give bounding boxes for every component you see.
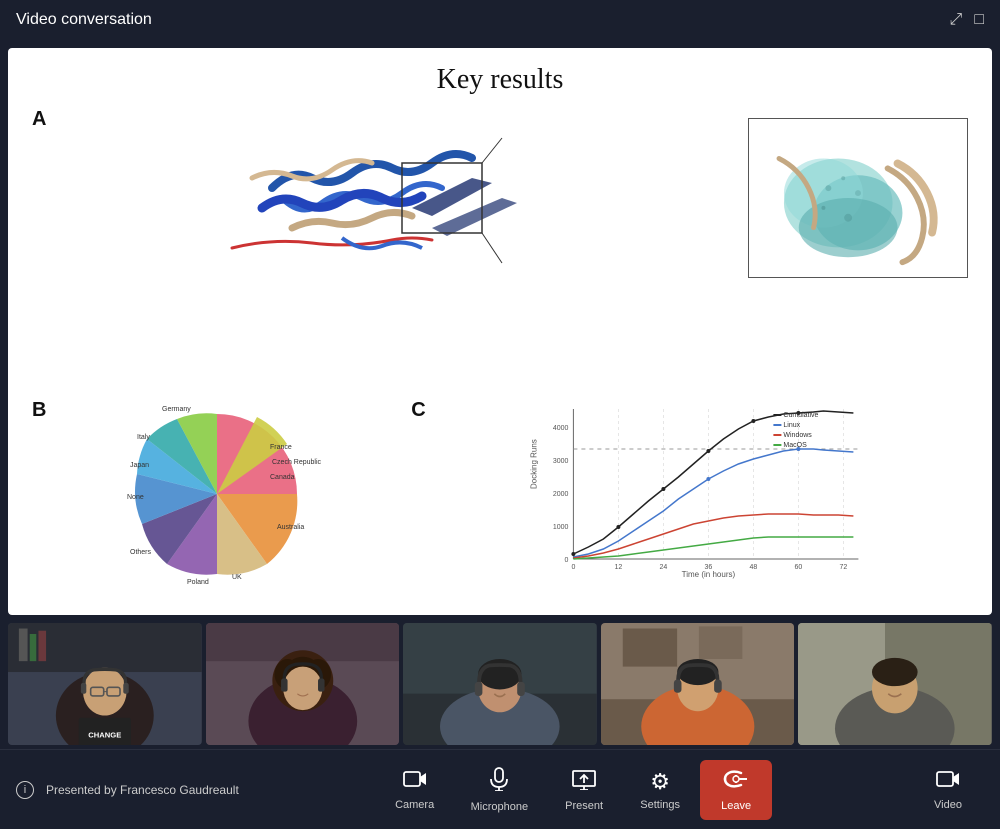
svg-text:0: 0	[572, 564, 576, 571]
protein-svg	[64, 108, 740, 288]
figure-b-label: B	[32, 399, 56, 422]
control-bar: i Presented by Francesco Gaudreault Came…	[0, 749, 1000, 829]
figure-b: B	[32, 399, 403, 599]
svg-text:Japan: Japan	[130, 462, 149, 469]
svg-text:MacOS: MacOS	[784, 442, 808, 449]
settings-button[interactable]: ⚙ Settings	[624, 761, 696, 819]
svg-text:48: 48	[750, 564, 758, 571]
window-icon[interactable]: □	[974, 11, 984, 29]
svg-text:Poland: Poland	[187, 579, 209, 586]
svg-text:Docking Runs: Docking Runs	[530, 439, 539, 489]
present-label: Present	[565, 800, 603, 812]
svg-text:12: 12	[615, 564, 623, 571]
participant-video-3	[403, 623, 597, 745]
svg-text:CHANGE: CHANGE	[88, 730, 121, 739]
participant-video-2	[206, 623, 400, 745]
svg-text:Linux: Linux	[784, 422, 801, 429]
svg-text:Canada: Canada	[270, 474, 295, 481]
svg-text:Czech Republic: Czech Republic	[272, 459, 322, 466]
svg-text:3000: 3000	[553, 458, 569, 465]
microphone-button[interactable]: Microphone	[455, 759, 544, 821]
svg-text:None: None	[127, 494, 144, 501]
participant-video-4	[601, 623, 795, 745]
present-icon	[572, 768, 596, 796]
controls-right: Video	[912, 761, 984, 819]
protein-zoom-svg	[749, 119, 967, 277]
participant-video-1: CHANGE	[8, 623, 202, 745]
svg-text:4000: 4000	[553, 425, 569, 432]
figures-bottom: B	[32, 399, 968, 599]
microphone-label: Microphone	[471, 801, 528, 813]
protein-main	[64, 108, 740, 288]
present-button[interactable]: Present	[548, 760, 620, 820]
svg-text:UK: UK	[232, 574, 242, 581]
figure-c-label: C	[411, 399, 435, 422]
svg-text:0: 0	[565, 557, 569, 564]
leave-button[interactable]: Leave	[700, 760, 772, 820]
info-icon: i	[16, 781, 34, 799]
settings-icon: ⚙	[650, 769, 670, 795]
window-title: Video conversation	[16, 11, 152, 29]
protein-visualization	[64, 108, 968, 288]
svg-text:72: 72	[840, 564, 848, 571]
pie-chart-container: France Czech Republic Canada Australia U…	[60, 399, 403, 589]
svg-text:Australia: Australia	[277, 524, 304, 531]
presenter-info: i Presented by Francesco Gaudreault	[16, 781, 239, 799]
leave-label: Leave	[721, 800, 751, 812]
svg-text:France: France	[270, 444, 292, 451]
slide-figures: A	[32, 108, 968, 599]
expand-icon[interactable]: ⤢	[950, 11, 963, 29]
camera-icon	[403, 769, 427, 795]
presentation-area: Key results A	[8, 48, 992, 615]
svg-text:2000: 2000	[553, 491, 569, 498]
svg-text:Time (in hours): Time (in hours)	[682, 570, 736, 579]
slide-title: Key results	[437, 64, 564, 96]
leave-icon	[723, 768, 749, 796]
video-button[interactable]: Video	[912, 761, 984, 819]
svg-text:Cumulative: Cumulative	[784, 412, 819, 419]
figure-c: C Docking Runs Time (	[411, 399, 968, 599]
svg-text:60: 60	[795, 564, 803, 571]
camera-label: Camera	[395, 799, 434, 811]
main-area: Key results A	[0, 40, 1000, 829]
protein-zoom-inset	[748, 118, 968, 278]
figure-a-label: A	[32, 108, 56, 131]
svg-text:Windows: Windows	[784, 432, 813, 439]
svg-text:1000: 1000	[553, 524, 569, 531]
figure-a: A	[32, 108, 968, 391]
title-bar: Video conversation ⤢ □	[0, 0, 1000, 40]
svg-text:Germany: Germany	[162, 406, 191, 413]
svg-text:Others: Others	[130, 549, 152, 556]
microphone-icon	[489, 767, 509, 797]
svg-text:24: 24	[660, 564, 668, 571]
pie-chart-svg: France Czech Republic Canada Australia U…	[122, 399, 342, 589]
video-icon	[936, 769, 960, 795]
svg-text:Italy: Italy	[137, 434, 150, 441]
svg-text:36: 36	[705, 564, 713, 571]
video-label: Video	[934, 799, 962, 811]
video-row: CHANGE	[0, 619, 1000, 749]
settings-label: Settings	[640, 799, 680, 811]
controls-center: Camera Microphone	[379, 759, 772, 821]
participant-video-5	[798, 623, 992, 745]
presenter-text: Presented by Francesco Gaudreault	[46, 783, 239, 797]
line-chart-container: Docking Runs Time (in hours)	[439, 399, 968, 594]
slide-content: Key results A	[8, 48, 992, 615]
camera-button[interactable]: Camera	[379, 761, 451, 819]
line-chart-svg: Docking Runs Time (in hours)	[439, 399, 968, 589]
title-bar-controls: ⤢ □	[950, 11, 984, 29]
